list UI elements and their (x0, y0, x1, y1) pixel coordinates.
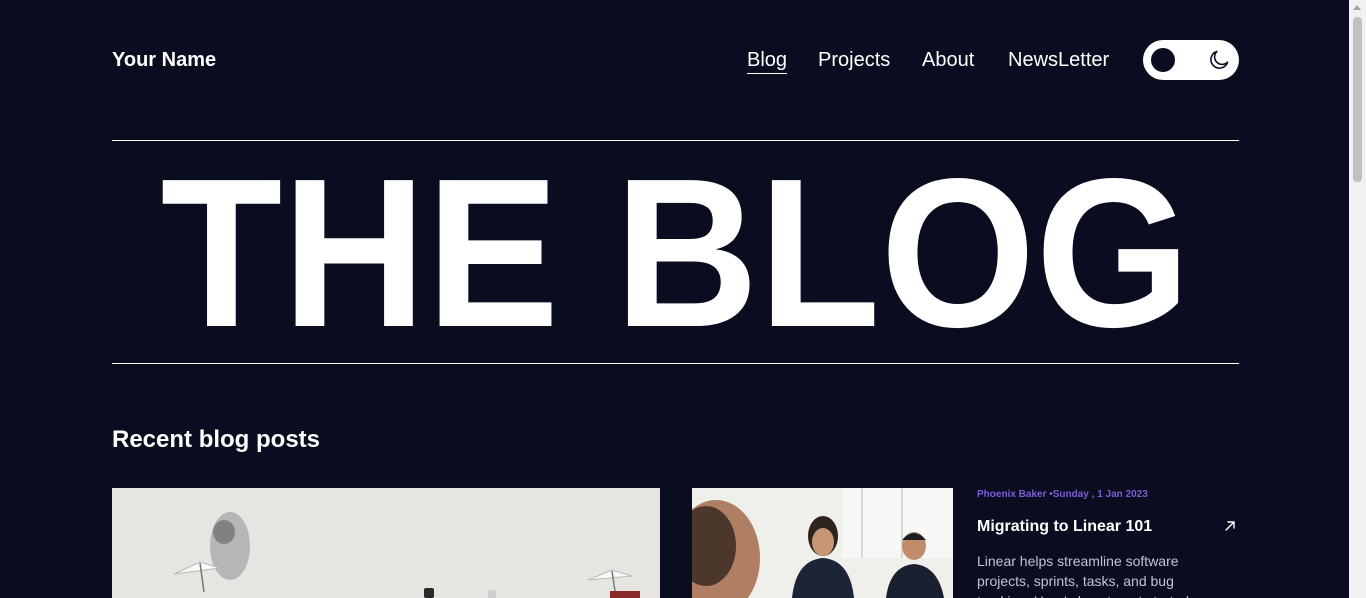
nav-about[interactable]: About (922, 47, 974, 73)
blog-page: Your Name Blog Projects About NewsLetter… (0, 0, 1366, 598)
theme-toggle[interactable] (1143, 40, 1239, 80)
page-scrollbar[interactable] (1349, 0, 1366, 598)
hero-top-divider (112, 140, 1239, 141)
nav-projects[interactable]: Projects (818, 47, 890, 73)
hero-title-text: THE BLOG (161, 146, 1191, 358)
site-name[interactable]: Your Name (112, 47, 216, 73)
arrow-up-right-icon[interactable] (1223, 519, 1237, 533)
scroll-thumb[interactable] (1353, 17, 1362, 182)
section-heading: Recent blog posts (112, 426, 321, 453)
post-excerpt: Linear helps streamline software project… (977, 553, 1193, 598)
scroll-up-arrow-icon[interactable] (1353, 5, 1361, 10)
nav-newsletter[interactable]: NewsLetter (1008, 47, 1109, 73)
post-image-office[interactable] (112, 488, 660, 598)
post-image-meeting[interactable] (692, 488, 953, 598)
dark-mode-knob (1151, 48, 1175, 72)
nav-blog[interactable]: Blog (747, 47, 788, 74)
post-meta: Phoenix Baker •Sunday , 1 Jan 2023 (977, 489, 1148, 500)
hero-bottom-divider (112, 363, 1239, 364)
post-title[interactable]: Migrating to Linear 101 (977, 517, 1152, 537)
moon-icon (1210, 50, 1229, 69)
hero-title: THE BLOG (112, 146, 1239, 358)
